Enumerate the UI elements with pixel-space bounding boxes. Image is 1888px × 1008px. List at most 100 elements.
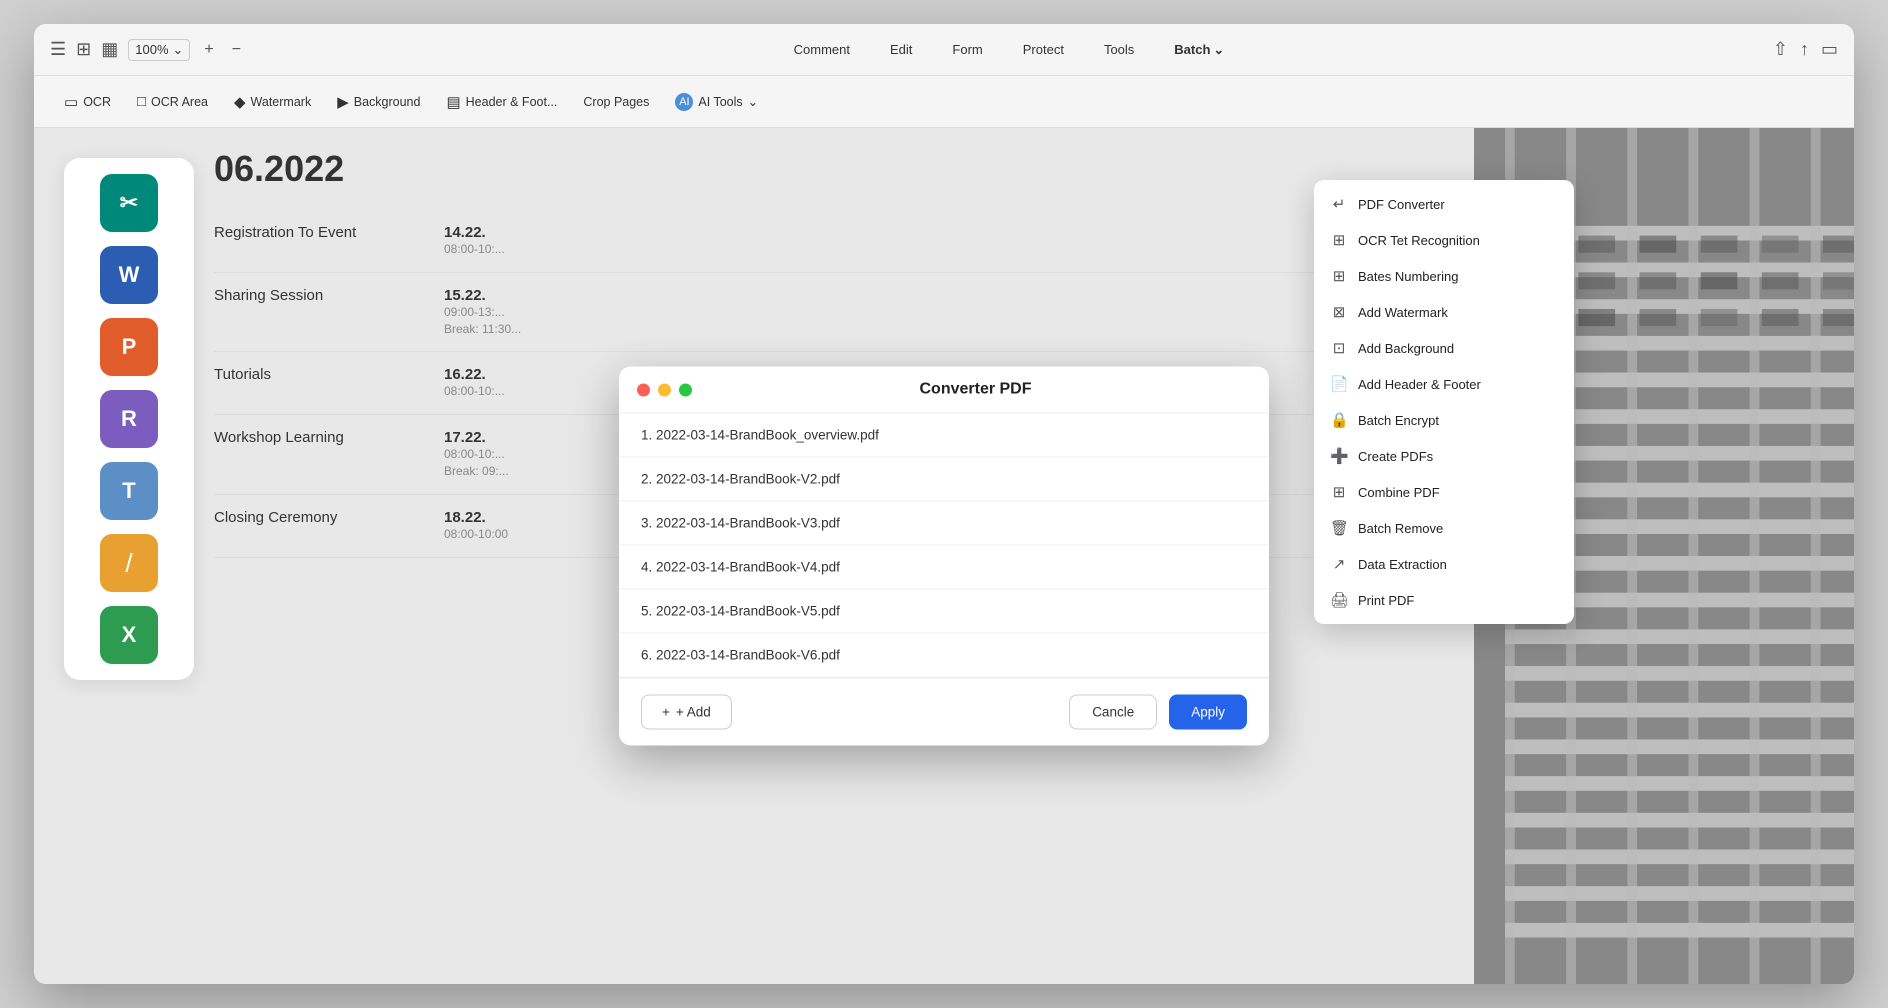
panel-icon[interactable]: ▦ [101,39,118,60]
sidebar-toggle-icon[interactable]: ☰ [50,39,66,60]
batch-encrypt-label: Batch Encrypt [1358,413,1439,428]
zoom-in-button[interactable]: + [200,41,217,59]
dropdown-add-watermark[interactable]: ⊠ Add Watermark [1314,294,1574,330]
print-pdf-label: Print PDF [1358,593,1414,608]
bates-numbering-label: Bates Numbering [1358,269,1458,284]
ocr-area-icon: □ [137,93,146,110]
document-area: ✂ W P R T / X [34,128,1854,984]
menu-batch[interactable]: Batch ⌄ [1168,38,1230,62]
ocr-label: OCR [83,95,111,109]
toolbar: ▭ OCR □ OCR Area ◆ Watermark ▶ Backgroun… [34,76,1854,128]
file-item-1[interactable]: 1. 2022-03-14-BrandBook_overview.pdf [619,414,1269,458]
combine-pdf-icon: ⊞ [1330,483,1348,501]
schedule-item-3-name: Tutorials [214,366,414,400]
dropdown-add-background[interactable]: ⊡ Add Background [1314,330,1574,366]
ocr-tet-icon: ⊞ [1330,231,1348,249]
ocr-icon: ▭ [64,93,78,111]
dropdown-data-extraction[interactable]: ↗ Data Extraction [1314,546,1574,582]
file-item-3[interactable]: 3. 2022-03-14-BrandBook-V3.pdf [619,502,1269,546]
toolbar-background-button[interactable]: ▶ Background [327,87,430,117]
schedule-item-4-date: 17.22. [444,429,509,446]
schedule-item-5-time: 08:00-10:00 [444,526,508,543]
pages-app-icon[interactable]: / [100,534,158,592]
add-header-footer-icon: 📄 [1330,375,1348,393]
add-button-label: + Add [676,705,711,720]
dropdown-batch-remove[interactable]: 🗑 Batch Remove [1314,510,1574,546]
schedule-item-3-time: 08:00-10:... [444,383,505,400]
file-item-6[interactable]: 6. 2022-03-14-BrandBook-V6.pdf [619,634,1269,678]
dropdown-print-pdf[interactable]: 🖨 Print PDF [1314,582,1574,618]
print-pdf-icon: 🖨 [1330,591,1348,609]
main-content: ✂ W P R T / X [34,128,1854,984]
toolbar-ai-tools-button[interactable]: AI AI Tools ⌄ [665,87,768,117]
text-app-icon[interactable]: T [100,462,158,520]
pdf-converter-icon: ↵ [1330,195,1348,213]
chevron-down-icon: ⌄ [1213,42,1224,58]
share-icon[interactable]: ↑ [1800,39,1809,60]
chevron-down-icon: ⌄ [173,42,184,58]
dropdown-add-header-footer[interactable]: 📄 Add Header & Footer [1314,366,1574,402]
file-item-4[interactable]: 4. 2022-03-14-BrandBook-V4.pdf [619,546,1269,590]
schedule-item-4-name: Workshop Learning [214,429,414,480]
menu-comment[interactable]: Comment [788,38,856,61]
file-item-2[interactable]: 2. 2022-03-14-BrandBook-V2.pdf [619,458,1269,502]
toolbar-crop-pages-button[interactable]: Crop Pages [573,89,659,115]
background-label: Background [354,95,421,109]
menu-form[interactable]: Form [946,38,988,61]
dropdown-bates-numbering[interactable]: ⊞ Bates Numbering [1314,258,1574,294]
toolbar-watermark-button[interactable]: ◆ Watermark [224,87,321,117]
schedule-item-2-date: 15.22. [444,287,521,304]
schedule-item-4-time: 08:00-10:...Break: 09:... [444,446,509,480]
crop-pages-label: Crop Pages [583,95,649,109]
ai-icon: AI [675,93,693,111]
bates-icon: ⊞ [1330,267,1348,285]
modal-title: Converter PDF [919,381,1031,399]
add-watermark-label: Add Watermark [1358,305,1448,320]
menu-edit[interactable]: Edit [884,38,918,61]
dropdown-ocr-tet[interactable]: ⊞ OCR Tet Recognition [1314,222,1574,258]
batch-remove-icon: 🗑 [1330,519,1348,537]
plus-icon: + [662,705,670,720]
toolbar-header-footer-button[interactable]: ▤ Header & Foot... [436,87,567,117]
zoom-out-button[interactable]: − [228,41,245,59]
ocr-tet-label: OCR Tet Recognition [1358,233,1480,248]
create-pdfs-icon: ➕ [1330,447,1348,465]
add-file-button[interactable]: + + Add [641,695,732,730]
keynote-app-icon[interactable]: R [100,390,158,448]
maximize-window-button[interactable] [679,383,692,396]
app-sidebar: ✂ W P R T / X [64,158,194,680]
toolbar-ocr-button[interactable]: ▭ OCR [54,87,121,117]
close-window-button[interactable] [637,383,650,396]
schedule-item-2: Sharing Session 15.22. 09:00-13:...Break… [214,273,1454,353]
dropdown-create-pdfs[interactable]: ➕ Create PDFs [1314,438,1574,474]
batch-remove-label: Batch Remove [1358,521,1443,536]
cancel-button[interactable]: Cancle [1069,695,1157,730]
title-bar-right: ⇧ ↑ ▭ [1773,39,1838,60]
apply-button[interactable]: Apply [1169,695,1247,730]
toolbar-ocr-area-button[interactable]: □ OCR Area [127,87,218,116]
footer-actions: Cancle Apply [1069,695,1247,730]
schedule-item-1: Registration To Event 14.22. 08:00-10:..… [214,210,1454,273]
watermark-label: Watermark [251,95,312,109]
dropdown-combine-pdf[interactable]: ⊞ Combine PDF [1314,474,1574,510]
excel-app-icon[interactable]: X [100,606,158,664]
word-app-icon[interactable]: W [100,246,158,304]
file-item-5[interactable]: 5. 2022-03-14-BrandBook-V5.pdf [619,590,1269,634]
layout-icon[interactable]: ▭ [1821,39,1838,60]
grid-view-icon[interactable]: ⊞ [76,39,91,60]
ocr-area-label: OCR Area [151,95,208,109]
dropdown-batch-encrypt[interactable]: 🔒 Batch Encrypt [1314,402,1574,438]
menu-tools[interactable]: Tools [1098,38,1140,61]
teal-app-icon[interactable]: ✂ [100,174,158,232]
menu-protect[interactable]: Protect [1017,38,1070,61]
modal-body: 1. 2022-03-14-BrandBook_overview.pdf 2. … [619,414,1269,678]
upload-icon[interactable]: ⇧ [1773,39,1788,60]
header-footer-label: Header & Foot... [466,95,558,109]
minimize-window-button[interactable] [658,383,671,396]
create-pdfs-label: Create PDFs [1358,449,1433,464]
schedule-item-1-name: Registration To Event [214,224,414,258]
dropdown-pdf-converter[interactable]: ↵ PDF Converter [1314,186,1574,222]
background-icon: ▶ [337,93,349,111]
ppt-app-icon[interactable]: P [100,318,158,376]
zoom-control[interactable]: 100% ⌄ [128,39,190,61]
